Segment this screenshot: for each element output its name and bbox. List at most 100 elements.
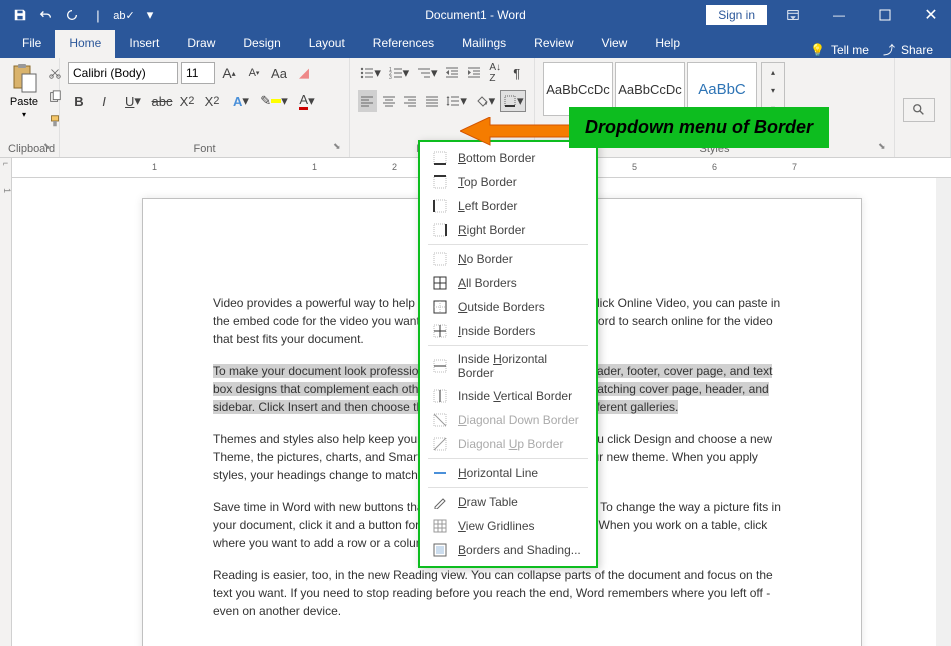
tab-review[interactable]: Review — [520, 30, 587, 58]
highlighter-icon: ✎ — [260, 93, 271, 109]
maximize-button[interactable] — [865, 0, 905, 30]
ruler-mark: 6 — [712, 162, 792, 172]
menu-item-label: Draw Table — [458, 495, 518, 509]
minimize-button[interactable]: — — [819, 0, 859, 30]
chevron-down-icon: ▾ — [22, 110, 26, 119]
paste-button[interactable]: Paste ▾ — [8, 62, 40, 119]
superscript-button[interactable]: X2 — [201, 90, 223, 112]
increase-indent-button[interactable] — [464, 62, 483, 84]
show-marks-button[interactable]: ¶ — [507, 62, 526, 84]
tab-draw[interactable]: Draw — [173, 30, 229, 58]
align-right-icon — [403, 94, 417, 108]
sort-icon: A↓Z — [489, 62, 501, 84]
ruler-vertical[interactable]: 1 — [0, 178, 12, 646]
share-button[interactable]: ⤴Share — [883, 41, 933, 58]
font-size-combo[interactable] — [181, 62, 215, 84]
tab-mailings[interactable]: Mailings — [448, 30, 520, 58]
border-menu-inside-horizontal-border[interactable]: Inside Horizontal Border — [420, 348, 596, 384]
align-left-button[interactable] — [358, 90, 377, 112]
redo-button[interactable] — [60, 3, 84, 27]
close-button[interactable]: ✕ — [911, 0, 951, 30]
tab-design[interactable]: Design — [229, 30, 294, 58]
pilcrow-icon: ¶ — [513, 66, 520, 81]
align-center-button[interactable] — [380, 90, 399, 112]
ribbon-options-button[interactable] — [773, 0, 813, 30]
paint-bucket-icon — [475, 94, 489, 108]
tell-me-search[interactable]: 💡Tell me — [810, 43, 869, 57]
border-option-icon — [432, 275, 448, 291]
menu-item-label: Inside Horizontal Border — [458, 352, 584, 380]
bullets-button[interactable]: ▾ — [358, 62, 383, 84]
styles-scroll-down[interactable]: ▾ — [762, 81, 784, 99]
outdent-icon — [445, 66, 459, 80]
border-menu-view-gridlines[interactable]: View Gridlines — [420, 514, 596, 538]
border-option-icon — [432, 299, 448, 315]
shading-button[interactable]: ▾ — [472, 90, 497, 112]
borders-button[interactable]: ▾ — [500, 90, 526, 112]
border-option-icon — [432, 412, 448, 428]
ribbon-tabs: File Home Insert Draw Design Layout Refe… — [0, 30, 951, 58]
sign-in-button[interactable]: Sign in — [706, 5, 767, 25]
underline-button[interactable]: U ▾ — [118, 90, 148, 112]
spelling-button[interactable]: ab✓ — [112, 3, 136, 27]
menu-item-label: All Borders — [458, 276, 517, 290]
ruler-corner: ⌐ — [0, 158, 12, 178]
tab-home[interactable]: Home — [55, 30, 115, 58]
find-button[interactable] — [903, 98, 935, 122]
highlight-button[interactable]: ✎▾ — [259, 90, 289, 112]
undo-button[interactable] — [34, 3, 58, 27]
border-option-icon — [432, 494, 448, 510]
tab-view[interactable]: View — [588, 30, 642, 58]
quick-access-toolbar: | ab✓ ▾ — [0, 3, 162, 27]
line-spacing-button[interactable]: ▾ — [444, 90, 469, 112]
border-menu-draw-table[interactable]: Draw Table — [420, 490, 596, 514]
font-dialog-launcher[interactable]: ⬊ — [333, 141, 345, 153]
clipboard-dialog-launcher[interactable]: ⬊ — [43, 141, 55, 153]
bold-button[interactable]: B — [68, 90, 90, 112]
border-menu-top-border[interactable]: Top Border — [420, 170, 596, 194]
paste-icon — [8, 62, 40, 94]
styles-dialog-launcher[interactable]: ⬊ — [878, 141, 890, 153]
border-menu-inside-borders[interactable]: Inside Borders — [420, 319, 596, 343]
paragraph[interactable]: Reading is easier, too, in the new Readi… — [213, 566, 791, 620]
decrease-indent-button[interactable] — [443, 62, 462, 84]
tab-references[interactable]: References — [359, 30, 448, 58]
menu-separator — [428, 345, 588, 346]
tab-layout[interactable]: Layout — [295, 30, 359, 58]
shrink-font-button[interactable]: A▾ — [243, 62, 265, 84]
save-button[interactable] — [8, 3, 32, 27]
tab-file[interactable]: File — [8, 30, 55, 58]
border-menu-bottom-border[interactable]: Bottom Border — [420, 146, 596, 170]
strikethrough-button[interactable]: abc — [151, 90, 173, 112]
justify-button[interactable] — [423, 90, 442, 112]
change-case-button[interactable]: Aa — [268, 62, 290, 84]
lightbulb-icon: 💡 — [810, 43, 825, 57]
qa-customize-button[interactable]: ▾ — [138, 3, 162, 27]
multilevel-list-button[interactable]: ▾ — [415, 62, 440, 84]
border-menu-no-border[interactable]: No Border — [420, 247, 596, 271]
vertical-scrollbar[interactable] — [936, 178, 951, 646]
grow-font-button[interactable]: A▴ — [218, 62, 240, 84]
styles-scroll-up[interactable]: ▴ — [762, 63, 784, 81]
border-menu-right-border[interactable]: Right Border — [420, 218, 596, 242]
border-menu-inside-vertical-border[interactable]: Inside Vertical Border — [420, 384, 596, 408]
text-effects-button[interactable]: A ▾ — [226, 90, 256, 112]
clear-formatting-button[interactable]: ◢ — [293, 62, 315, 84]
font-name-combo[interactable] — [68, 62, 178, 84]
align-right-button[interactable] — [401, 90, 420, 112]
tab-help[interactable]: Help — [641, 30, 694, 58]
border-option-icon — [432, 388, 448, 404]
qa-separator: | — [86, 3, 110, 27]
sort-button[interactable]: A↓Z — [486, 62, 505, 84]
border-menu-borders-and-shading[interactable]: Borders and Shading... — [420, 538, 596, 562]
border-menu-all-borders[interactable]: All Borders — [420, 271, 596, 295]
font-color-button[interactable]: A ▾ — [292, 90, 322, 112]
border-menu-outside-borders[interactable]: Outside Borders — [420, 295, 596, 319]
subscript-button[interactable]: X2 — [176, 90, 198, 112]
border-menu-horizontal-line[interactable]: Horizontal Line — [420, 461, 596, 485]
numbering-button[interactable]: 123▾ — [386, 62, 411, 84]
border-menu-left-border[interactable]: Left Border — [420, 194, 596, 218]
tab-insert[interactable]: Insert — [115, 30, 173, 58]
annotation-label: Dropdown menu of Border — [569, 107, 829, 148]
italic-button[interactable]: I — [93, 90, 115, 112]
